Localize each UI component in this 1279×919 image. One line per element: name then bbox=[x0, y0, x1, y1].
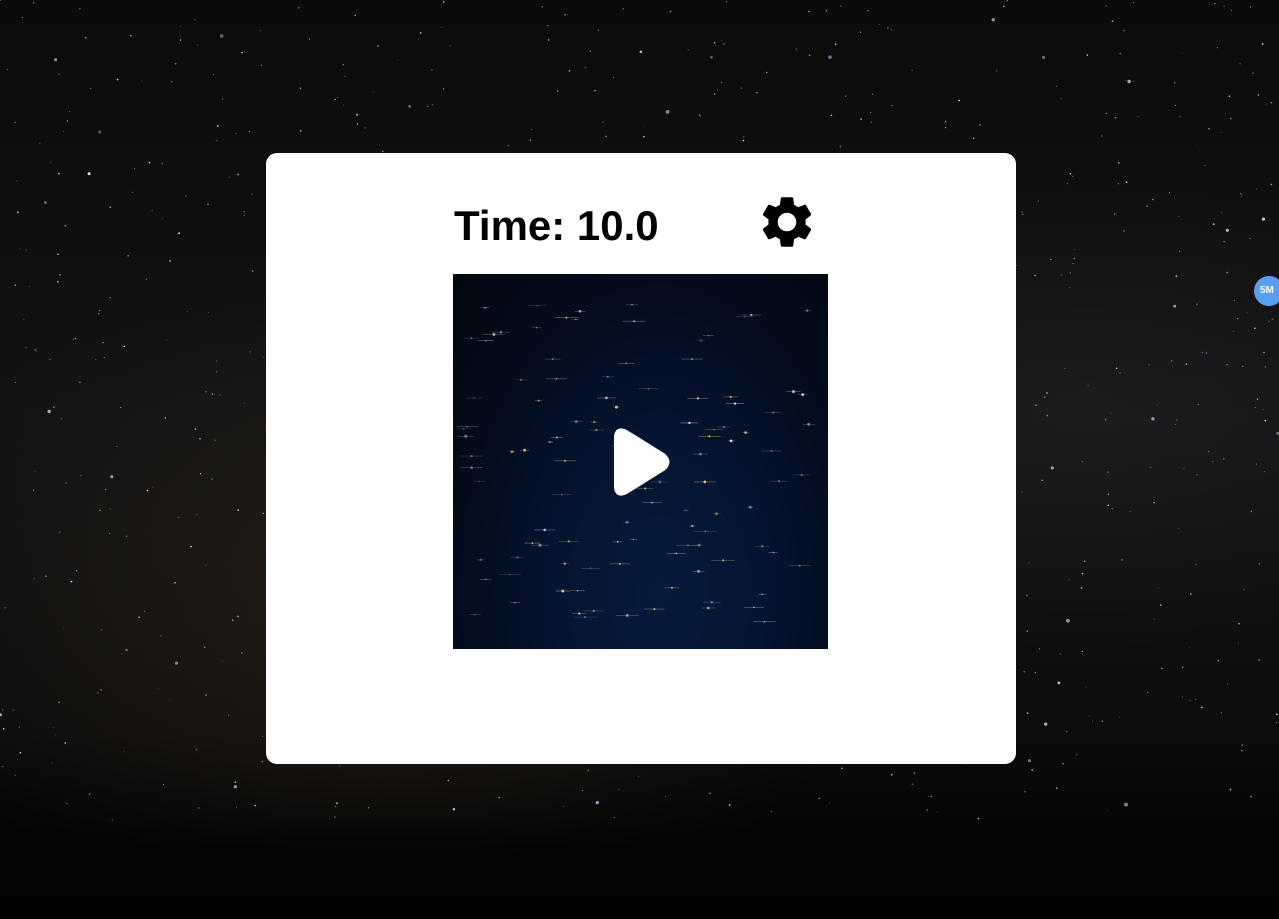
game-card: Time: 10.0 bbox=[266, 153, 1016, 764]
horizon-silhouette bbox=[0, 819, 1279, 919]
time-display: Time: 10.0 bbox=[454, 202, 659, 249]
game-canvas[interactable] bbox=[453, 274, 828, 649]
side-badge[interactable]: 5M bbox=[1254, 276, 1279, 306]
play-icon bbox=[614, 428, 670, 496]
settings-button[interactable] bbox=[756, 191, 818, 253]
play-button[interactable] bbox=[605, 424, 675, 500]
gear-icon bbox=[762, 197, 812, 247]
starry-background: Time: 10.0 5M bbox=[0, 0, 1279, 919]
